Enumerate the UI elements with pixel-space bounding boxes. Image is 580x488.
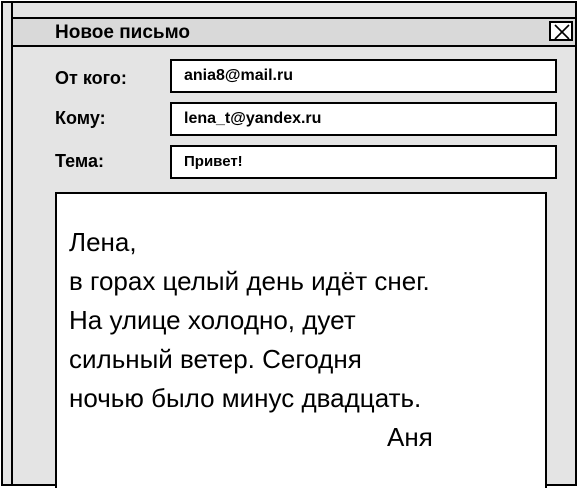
message-line: ночью было минус двадцать. <box>69 383 422 413</box>
compose-window: Новое письмо От кого: ania8@mail.ru Кому… <box>1 1 577 488</box>
message-line: Лена, <box>69 227 137 257</box>
message-line: сильный ветер. Сегодня <box>69 344 362 374</box>
from-label: От кого: <box>55 68 127 88</box>
title-bar: Новое письмо <box>13 17 575 47</box>
message-body[interactable]: Лена, в горах целый день идёт снег. На у… <box>55 192 547 488</box>
to-field[interactable]: lena_t@yandex.ru <box>170 102 557 136</box>
message-line: На улице холодно, дует <box>69 305 356 335</box>
subject-label: Тема: <box>55 151 104 171</box>
signature: Аня <box>387 422 433 452</box>
to-label: Кому: <box>55 108 106 128</box>
close-button[interactable] <box>549 21 573 41</box>
from-field[interactable]: ania8@mail.ru <box>170 59 557 93</box>
window-title: Новое письмо <box>55 22 191 43</box>
close-x-icon <box>554 24 570 40</box>
message-line: в горах целый день идёт снег. <box>69 266 430 296</box>
subject-field[interactable]: Привет! <box>170 145 557 179</box>
